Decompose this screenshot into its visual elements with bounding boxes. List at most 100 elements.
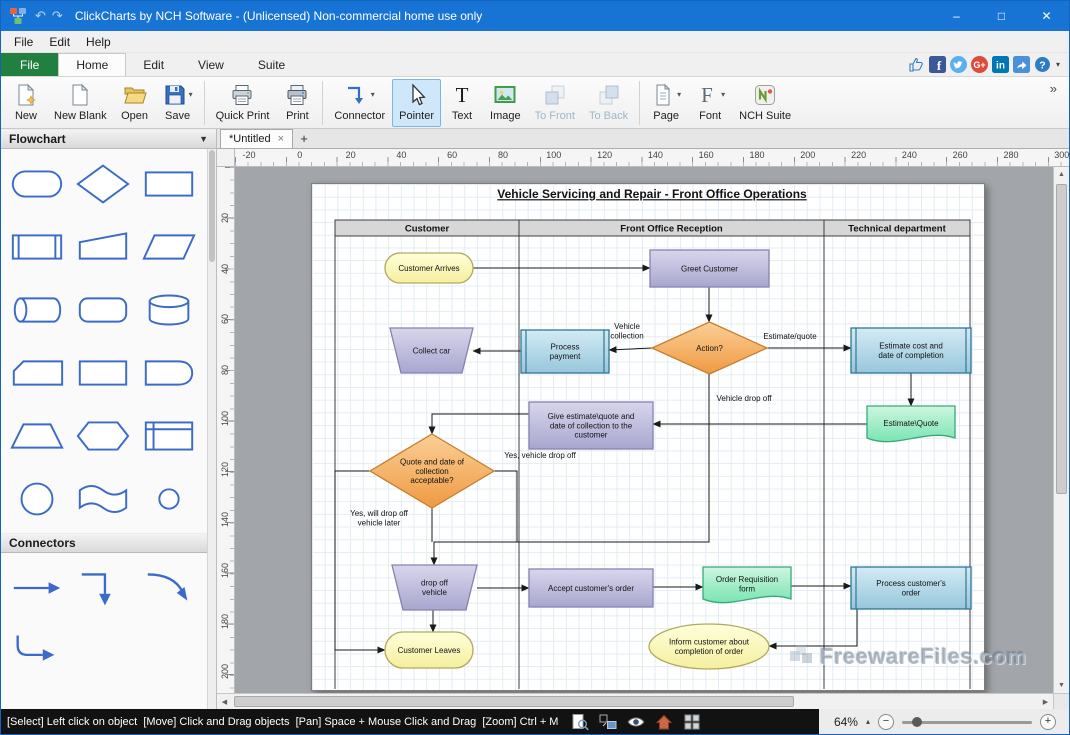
new-tab-button[interactable]: + <box>293 129 315 148</box>
zoom-out-button[interactable]: − <box>878 714 894 730</box>
minimize-button[interactable]: – <box>934 1 979 31</box>
scroll-down-icon[interactable]: ▼ <box>1054 678 1069 693</box>
connector-elbow-arrow[interactable] <box>70 559 136 616</box>
zoom-slider-thumb[interactable] <box>912 717 922 727</box>
vertical-scroll-thumb[interactable] <box>1056 184 1067 494</box>
toolbar-button-page[interactable]: ▾Page <box>644 79 688 127</box>
twitter-icon[interactable] <box>950 56 967 73</box>
page-preview-icon[interactable] <box>570 713 590 731</box>
zoom-popup-icon[interactable]: ▴ <box>866 717 870 726</box>
toolbar-button-save[interactable]: ▾Save <box>156 79 200 127</box>
node-process-payment[interactable]: Processpayment <box>521 330 609 373</box>
node-action[interactable]: Action? <box>652 322 767 374</box>
toolbar-button-quick-print[interactable]: Quick Print <box>209 79 277 127</box>
node-estimate-cost[interactable]: Estimate cost anddate of completion <box>851 328 971 373</box>
sidebar-scroll-thumb[interactable] <box>209 150 215 262</box>
shape-data[interactable] <box>136 218 202 275</box>
shape-connector-node[interactable] <box>4 470 70 527</box>
drawing-page[interactable]: Vehicle Servicing and Repair - Front Off… <box>311 183 985 691</box>
connector-straight-arrow[interactable] <box>4 559 70 616</box>
connectors-panel-header[interactable]: Connectors <box>1 533 216 553</box>
sidebar-scrollbar[interactable] <box>207 149 216 709</box>
menu-file[interactable]: File <box>6 35 41 49</box>
ribbon-tab-home[interactable]: Home <box>58 53 126 76</box>
flow-connector[interactable] <box>432 414 529 434</box>
shape-delay[interactable] <box>136 344 202 401</box>
toolbar-button-nch-suite[interactable]: NCH Suite <box>732 79 798 127</box>
scroll-left-icon[interactable]: ◀ <box>217 694 232 709</box>
shape-alternate-process[interactable] <box>70 281 136 338</box>
node-accept-order[interactable]: Accept customer's order <box>529 569 653 607</box>
horizontal-scroll-thumb[interactable] <box>234 696 794 707</box>
node-inform-customer[interactable]: Inform customer aboutcompletion of order <box>649 624 769 669</box>
like-icon[interactable] <box>908 56 925 73</box>
node-quote-acceptable[interactable]: Quote and date ofcollectionacceptable? <box>370 434 494 508</box>
toolbar-button-image[interactable]: Image <box>483 79 528 127</box>
canvas-viewport[interactable]: Vehicle Servicing and Repair - Front Off… <box>235 167 1053 693</box>
toolbar-button-to-back[interactable]: To Back <box>582 79 635 127</box>
toolbar-button-to-front[interactable]: To Front <box>528 79 582 127</box>
menu-help[interactable]: Help <box>78 35 119 49</box>
vertical-scroll-track[interactable] <box>1054 182 1069 678</box>
document-tab-untitled[interactable]: *Untitled × <box>220 129 293 148</box>
shape-predefined-process[interactable] <box>4 218 70 275</box>
shape-internal-storage[interactable] <box>136 407 202 464</box>
shape-preparation[interactable] <box>70 407 136 464</box>
toolbar-button-open[interactable]: Open <box>114 79 156 127</box>
toolbar-button-pointer[interactable]: Pointer <box>392 79 441 127</box>
toolbar-button-text[interactable]: TText <box>441 79 483 127</box>
horizontal-scrollbar[interactable]: ◀ ▶ <box>217 693 1053 709</box>
shape-process[interactable] <box>136 155 202 212</box>
node-greet-customer[interactable]: Greet Customer <box>650 250 769 287</box>
zoom-value[interactable]: 64% <box>834 715 858 729</box>
shape-process-2[interactable] <box>70 344 136 401</box>
ribbon-tab-suite[interactable]: Suite <box>241 53 302 76</box>
node-process-customer-order[interactable]: Process customer'sorder <box>851 567 971 609</box>
toolbar-button-print[interactable]: Print <box>276 79 318 127</box>
flow-connector[interactable] <box>335 471 385 650</box>
dropdown-icon[interactable]: ▾ <box>371 90 375 99</box>
redo-icon[interactable]: ↷ <box>52 8 63 24</box>
zoom-in-button[interactable]: + <box>1040 714 1056 730</box>
shape-database[interactable] <box>136 281 202 338</box>
vertical-scrollbar[interactable]: ▲ ▼ <box>1053 167 1069 693</box>
node-collect-car[interactable]: Collect car <box>390 328 473 373</box>
flow-connector[interactable] <box>494 471 517 542</box>
node-estimate-quote[interactable]: Estimate\Quote <box>867 406 955 442</box>
node-give-estimate[interactable]: Give estimate\quote anddate of collectio… <box>529 402 653 449</box>
maximize-button[interactable]: □ <box>979 1 1024 31</box>
toolbar-button-new[interactable]: New <box>5 79 47 127</box>
dropdown-icon[interactable]: ▾ <box>677 90 681 99</box>
facebook-icon[interactable]: f <box>929 56 946 73</box>
tab-close-icon[interactable]: × <box>278 133 284 145</box>
linkedin-icon[interactable]: in <box>992 56 1009 73</box>
share-icon[interactable] <box>1013 56 1030 73</box>
help-icon[interactable]: ? <box>1034 56 1051 73</box>
shape-manual-operation[interactable] <box>4 407 70 464</box>
connector-curved-arrow[interactable] <box>136 559 202 616</box>
help-dropdown-icon[interactable]: ▾ <box>1056 60 1060 69</box>
dropdown-icon[interactable]: ▾ <box>721 90 725 99</box>
node-order-requisition[interactable]: Order Requisitionform <box>703 567 791 603</box>
shape-paper-tape[interactable] <box>70 470 136 527</box>
toolbar-button-font[interactable]: F▾Font <box>688 79 732 127</box>
shape-terminator[interactable] <box>4 155 70 212</box>
toolbar-button-new-blank[interactable]: New Blank <box>47 79 114 127</box>
close-button[interactable]: ✕ <box>1024 1 1069 31</box>
layout-grid-icon[interactable] <box>682 713 702 731</box>
shape-decision[interactable] <box>70 155 136 212</box>
flowchart-panel-header[interactable]: Flowchart ▼ <box>1 129 216 149</box>
connector-rounded-elbow-arrow[interactable] <box>4 622 70 679</box>
menu-edit[interactable]: Edit <box>41 35 78 49</box>
ribbon-tab-view[interactable]: View <box>181 53 241 76</box>
shape-or-junction[interactable] <box>136 470 202 527</box>
scroll-right-icon[interactable]: ▶ <box>1038 694 1053 709</box>
visibility-icon[interactable] <box>626 713 646 731</box>
horizontal-scroll-track[interactable] <box>232 694 1038 709</box>
node-drop-off-vehicle[interactable]: drop offvehicle <box>392 565 477 610</box>
dropdown-icon[interactable]: ▾ <box>189 90 193 99</box>
google-plus-icon[interactable]: G+ <box>971 56 988 73</box>
home-icon[interactable] <box>654 713 674 731</box>
snap-icon[interactable] <box>598 713 618 731</box>
undo-icon[interactable]: ↶ <box>35 8 46 24</box>
